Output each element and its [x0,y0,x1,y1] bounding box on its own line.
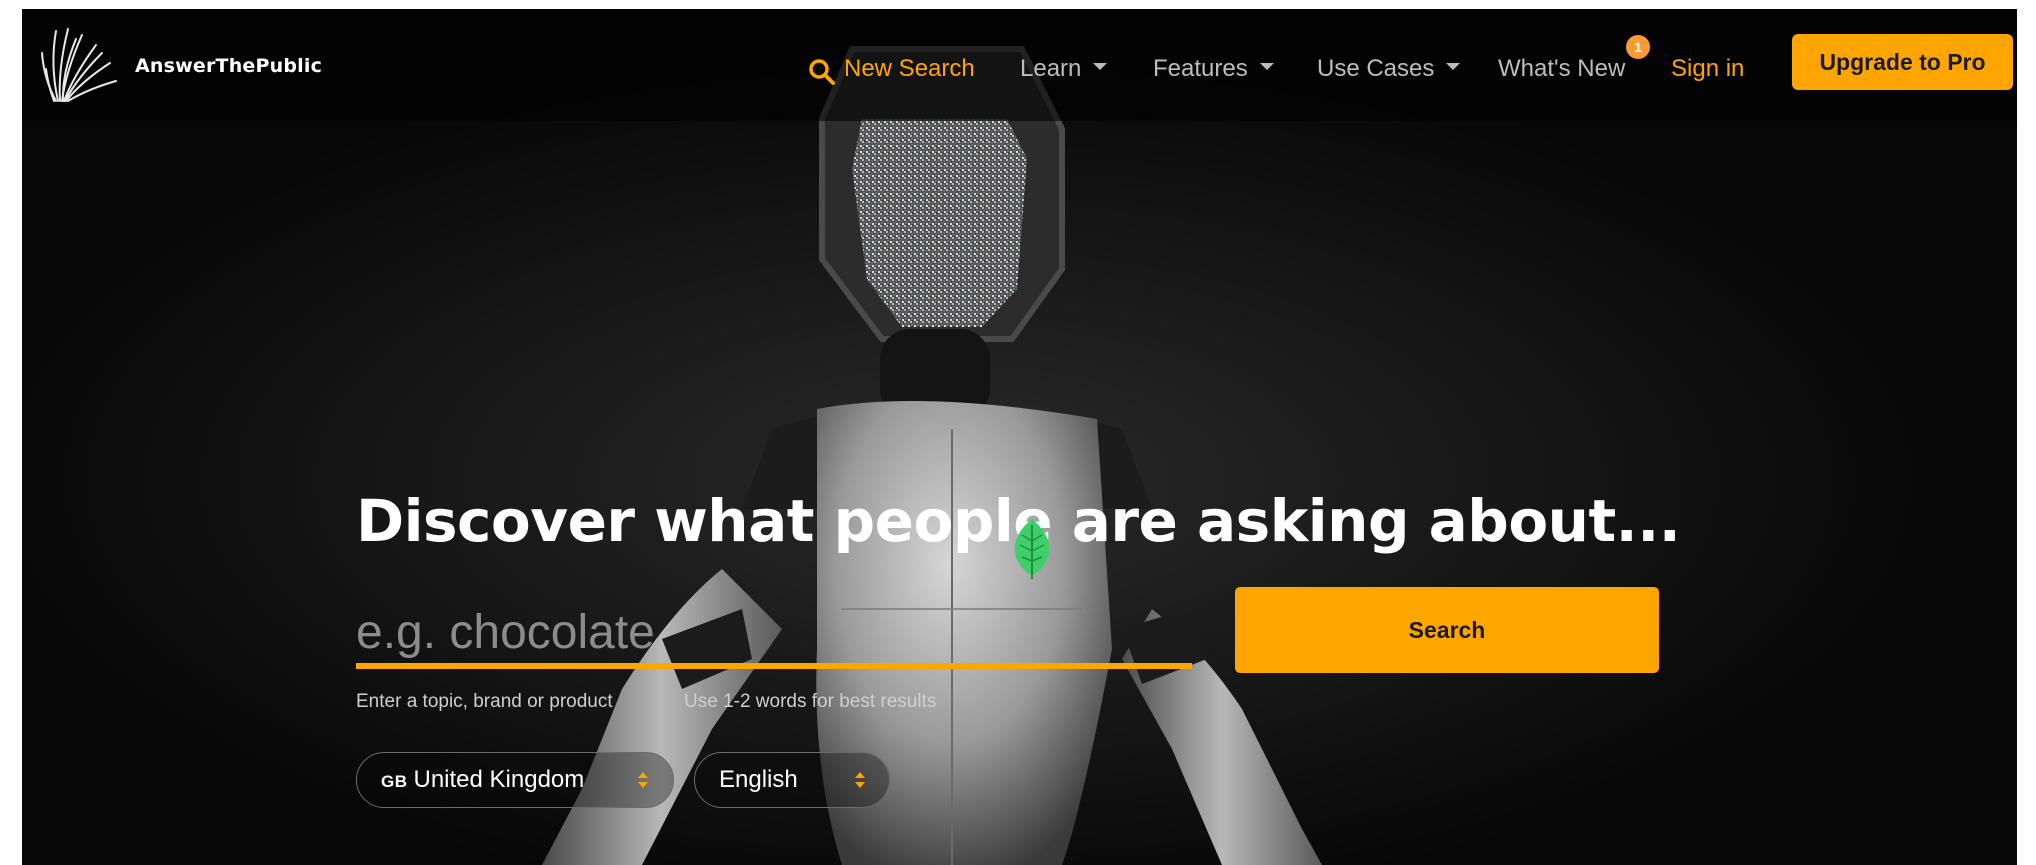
new-search-label: New Search [844,55,975,82]
select-updown-icon [855,772,865,788]
leaf-icon [1014,519,1050,579]
language-label: English [719,766,798,793]
learn-label: Learn [1020,55,1082,82]
new-search-link[interactable]: New Search [808,55,975,85]
search-icon [809,59,835,85]
page-frame: AnswerThePublic New Search Learn Feature… [22,9,2017,865]
upgrade-to-pro-button[interactable]: Upgrade to Pro [1792,34,2013,90]
features-menu[interactable]: Features [1153,55,1274,83]
search-button[interactable]: Search [1235,587,1659,673]
top-nav: AnswerThePublic New Search Learn Feature… [22,9,2017,121]
country-label: United Kingdom [413,766,585,793]
select-updown-icon [638,772,648,788]
chevron-down-icon [1093,63,1108,71]
robot-hero-illustration [22,9,2017,865]
whats-new-link[interactable]: What's New [1498,55,1625,83]
search-input[interactable] [356,601,1192,669]
chevron-down-icon [1259,63,1274,71]
language-select[interactable]: English [694,752,890,808]
use-cases-menu[interactable]: Use Cases [1317,55,1461,83]
search-hint-topic: Enter a topic, brand or product [356,691,613,712]
burst-logo-icon[interactable] [40,25,118,105]
brand-name[interactable]: AnswerThePublic [135,55,322,77]
use-cases-label: Use Cases [1317,55,1435,82]
features-label: Features [1153,55,1248,82]
whats-new-label: What's New [1498,55,1626,82]
chevron-down-icon [1446,63,1461,71]
learn-menu[interactable]: Learn [1020,55,1108,83]
country-code: GB [381,772,408,791]
search-hint-words: Use 1-2 words for best results [684,691,937,712]
sign-in-link[interactable]: Sign in [1671,55,1744,83]
notification-badge: 1 [1626,35,1650,59]
country-select[interactable]: GB United Kingdom [356,752,674,808]
